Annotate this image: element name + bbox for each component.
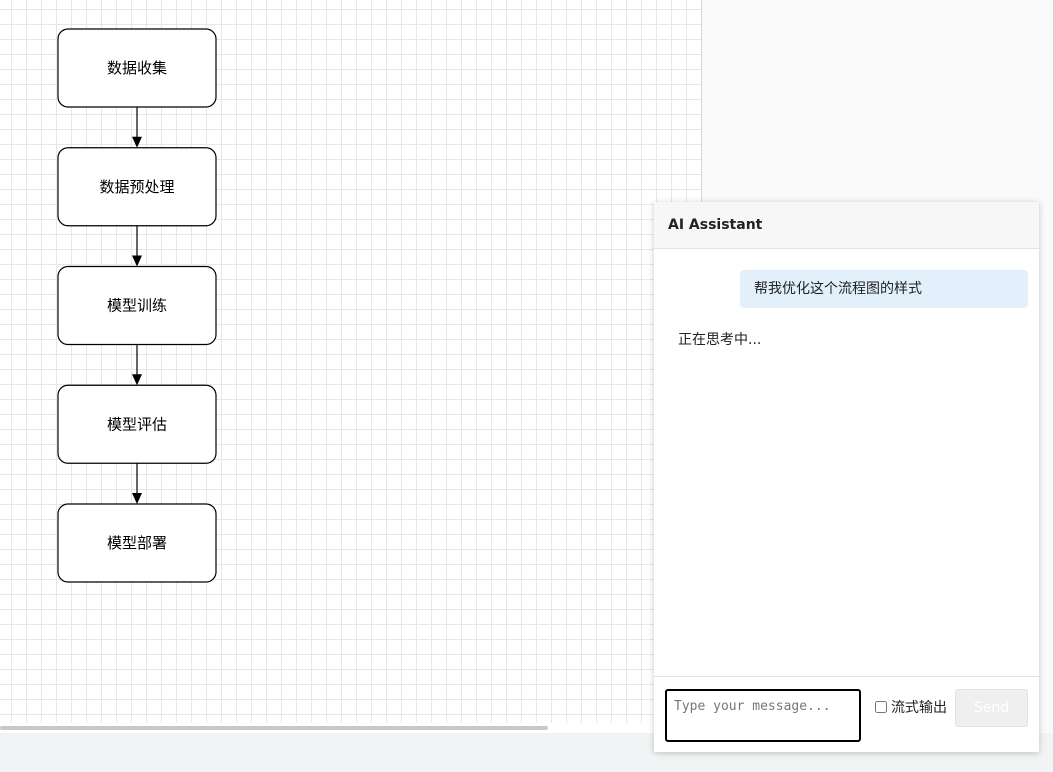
user-message: 帮我优化这个流程图的样式 <box>740 270 1028 308</box>
arrowhead-icon <box>132 255 142 267</box>
ai-assistant-panel: AI Assistant 帮我优化这个流程图的样式 正在思考中... 流式输出 … <box>654 202 1039 752</box>
flowchart: 数据收集数据预处理模型训练模型评估模型部署 <box>57 28 217 583</box>
node-label: 模型训练 <box>107 297 167 315</box>
message-input[interactable] <box>665 689 861 742</box>
flow-edge[interactable] <box>132 463 142 504</box>
flow-edge[interactable] <box>132 344 142 386</box>
node-label: 数据预处理 <box>99 178 174 196</box>
flow-edge[interactable] <box>132 107 142 148</box>
node-label: 模型评估 <box>107 415 167 433</box>
node-label: 数据收集 <box>107 59 167 77</box>
stream-toggle[interactable]: 流式输出 <box>875 697 947 717</box>
message-list: 帮我优化这个流程图的样式 正在思考中... <box>654 249 1039 677</box>
arrowhead-icon <box>132 493 142 504</box>
node-label: 模型部署 <box>107 534 167 552</box>
flow-node-model-training[interactable]: 模型训练 <box>57 265 217 346</box>
flow-node-model-evaluation[interactable]: 模型评估 <box>57 384 217 464</box>
flow-edge[interactable] <box>132 225 142 267</box>
send-button[interactable]: Send <box>955 689 1028 727</box>
assistant-message: 正在思考中... <box>678 332 762 348</box>
chat-input-bar: 流式输出 Send <box>654 676 1039 753</box>
flow-node-data-preprocessing[interactable]: 数据预处理 <box>57 147 217 227</box>
scrollbar-thumb[interactable] <box>0 726 548 730</box>
arrowhead-icon <box>132 374 142 386</box>
flow-node-data-collection[interactable]: 数据收集 <box>57 28 217 108</box>
ai-panel-title: AI Assistant <box>654 202 1039 249</box>
horizontal-scrollbar[interactable] <box>0 723 701 733</box>
diagram-canvas[interactable]: 数据收集数据预处理模型训练模型评估模型部署 <box>0 0 702 723</box>
arrowhead-icon <box>132 136 142 148</box>
stream-checkbox[interactable] <box>875 701 887 713</box>
flow-node-model-deployment[interactable]: 模型部署 <box>57 503 217 583</box>
stream-label: 流式输出 <box>891 700 947 716</box>
